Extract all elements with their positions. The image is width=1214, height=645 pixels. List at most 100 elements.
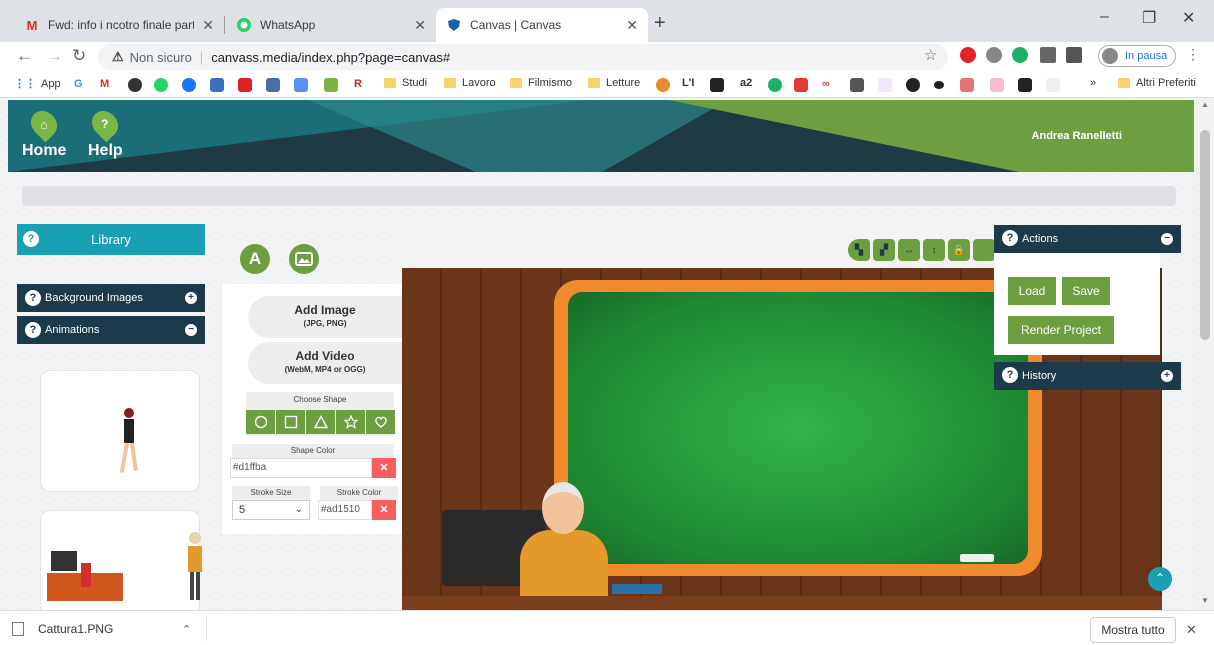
align-vertical-icon[interactable]: ↕ [923,239,945,261]
save-button[interactable]: Save [1062,277,1110,305]
scroll-up-arrow-icon[interactable]: ▲ [1201,100,1209,109]
docs-icon[interactable] [294,78,308,92]
accordion-animations[interactable]: ? Animations − [17,316,205,344]
shape-color-input[interactable]: #d1ffba [230,458,372,478]
add-image-button[interactable]: Add Image (JPG, PNG) [248,296,402,338]
user-name[interactable]: Andrea Ranelletti [1032,130,1122,142]
history-panel-header[interactable]: ? History + [994,362,1181,390]
more-bookmarks-button[interactable]: » [1090,77,1096,89]
tab-canvas[interactable]: Canvas | Canvas ✕ [436,8,648,42]
scrollbar-thumb[interactable] [1200,130,1210,340]
menu-icon[interactable]: ⋮ [1186,46,1200,63]
url-field[interactable]: ⚠ Non sicuro | canvass.media/index.php?p… [98,44,948,70]
actions-panel-header[interactable]: ? Actions − [994,225,1181,253]
site-icon[interactable] [324,78,338,92]
site-icon[interactable] [1018,78,1032,92]
page-scrollbar[interactable]: ▲ ▼ [1196,98,1214,610]
github-icon[interactable] [128,78,142,92]
heart-shape-button[interactable] [366,410,395,434]
calendar-icon[interactable] [210,78,224,92]
gmail-bookmark-icon[interactable]: M [100,78,114,92]
minimize-icon[interactable]: – [1100,8,1109,26]
help-icon[interactable]: ? [1002,367,1018,383]
add-video-button[interactable]: Add Video (WebM, MP4 or OGG) [248,342,402,384]
close-window-icon[interactable]: ✕ [1182,8,1195,28]
new-tab-button[interactable]: + [654,12,666,35]
text-tool-tab[interactable]: A [240,244,270,274]
circle-shape-button[interactable] [246,410,275,434]
render-project-button[interactable]: Render Project [1008,316,1114,344]
nav-help[interactable]: ? Help [86,105,124,160]
site-icon[interactable] [960,78,974,92]
help-icon[interactable]: ? [25,290,41,306]
google-icon[interactable]: G [74,78,88,92]
library-button[interactable]: ? Library [17,224,205,255]
scroll-down-arrow-icon[interactable]: ▼ [1201,596,1209,605]
align-horizontal-icon[interactable]: ↔ [898,239,920,261]
load-button[interactable]: Load [1008,277,1056,305]
youtube-icon[interactable] [238,78,252,92]
stroke-size-select[interactable]: 5 ⌄ [232,500,310,520]
back-icon[interactable]: ← [16,46,33,66]
facebook-icon[interactable] [182,78,196,92]
close-tab-icon[interactable]: ✕ [202,17,214,34]
bookmark-li[interactable]: L'I [682,77,694,89]
triangle-shape-button[interactable] [306,410,335,434]
site-icon[interactable] [990,78,1004,92]
close-download-bar-icon[interactable]: ✕ [1186,622,1197,638]
infinity-icon[interactable]: ∞ [822,78,836,92]
site-icon[interactable] [934,81,944,89]
nav-home[interactable]: ⌂ Home [22,105,66,160]
clear-stroke-color-button[interactable]: ✕ [372,500,396,520]
site-icon[interactable] [266,78,280,92]
star-shape-button[interactable] [336,410,365,434]
send-backward-icon[interactable]: ▞ [873,239,895,261]
bookmark-a2[interactable]: a2 [740,77,752,89]
tab-whatsapp[interactable]: WhatsApp ✕ [226,8,436,42]
bring-forward-icon[interactable]: ▚ [848,239,870,261]
collapse-icon[interactable]: − [1161,233,1173,245]
extension-icon[interactable] [986,47,1002,63]
animation-thumbnail-woman[interactable] [40,370,200,492]
show-all-downloads-button[interactable]: Mostra tutto [1090,617,1176,643]
puzzle-extension-icon[interactable] [1066,47,1082,63]
bookmark-apps[interactable]: ⋮⋮ App [14,77,61,91]
animation-thumbnail-office[interactable] [40,510,200,610]
opera-extension-icon[interactable] [960,47,976,63]
bookmark-folder-filmismo[interactable]: Filmismo [510,77,572,89]
bookmark-folder-lavoro[interactable]: Lavoro [444,77,496,89]
reload-icon[interactable]: ↻ [72,46,86,66]
site-icon[interactable] [850,78,864,92]
image-tool-tab[interactable] [289,244,319,274]
image-extension-icon[interactable] [1040,47,1056,63]
profile-button[interactable]: In pausa [1098,45,1177,67]
site-icon[interactable] [794,78,808,92]
help-icon[interactable]: ? [1002,230,1018,246]
site-icon[interactable] [768,78,782,92]
site-icon[interactable] [906,78,920,92]
site-icon[interactable] [1046,78,1060,92]
site-icon[interactable] [710,78,724,92]
forward-icon[interactable]: → [46,46,63,66]
help-icon[interactable]: ? [25,322,41,338]
site-icon[interactable] [656,78,670,92]
clear-shape-color-button[interactable]: ✕ [372,458,396,478]
accordion-background-images[interactable]: ? Background Images + [17,284,205,312]
expand-icon[interactable]: + [185,292,197,304]
bookmark-star-icon[interactable]: ☆ [924,46,937,64]
bookmark-folder-altri-preferiti[interactable]: Altri Preferiti [1118,77,1196,89]
help-icon[interactable]: ? [23,231,39,247]
close-tab-icon[interactable]: ✕ [626,17,638,34]
expand-icon[interactable]: + [1161,370,1173,382]
whatsapp-bookmark-icon[interactable] [154,78,168,92]
grammarly-extension-icon[interactable] [1012,47,1028,63]
site-icon[interactable] [878,78,892,92]
scroll-to-top-button[interactable]: ⌃ [1148,567,1172,591]
bookmark-folder-letture[interactable]: Letture [588,77,640,89]
tab-gmail[interactable]: M Fwd: info i ncotro finale partner ; ✕ [14,8,224,42]
site-icon[interactable]: R [354,78,368,92]
collapse-icon[interactable]: − [185,324,197,336]
download-item[interactable]: Cattura1.PNG ⌃ [12,617,207,641]
tool-icon[interactable] [973,239,995,261]
restore-icon[interactable]: ❐ [1142,8,1156,28]
